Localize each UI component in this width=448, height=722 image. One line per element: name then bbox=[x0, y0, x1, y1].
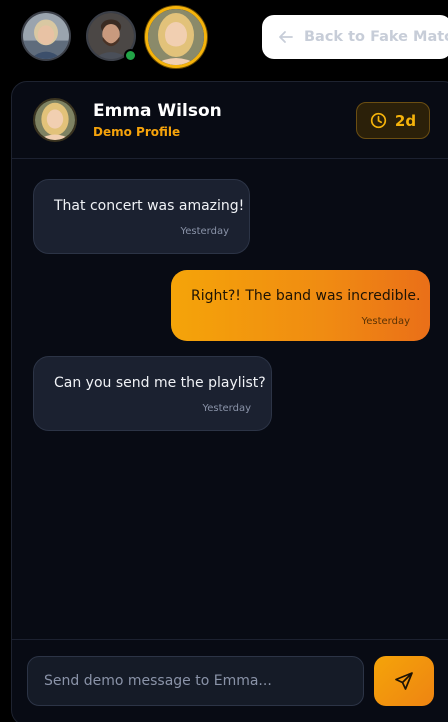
app-screen: Back to Fake Match Emma Wilson Demo Prof… bbox=[0, 0, 448, 722]
message-timestamp: Yesterday bbox=[361, 316, 410, 327]
portrait-blonde-woman-icon bbox=[148, 9, 204, 65]
back-to-fake-match-button[interactable]: Back to Fake Match bbox=[262, 15, 448, 59]
chat-header: Emma Wilson Demo Profile 2d bbox=[12, 82, 448, 159]
contact-name: Emma Wilson bbox=[93, 101, 222, 121]
timer-label: 2d bbox=[394, 111, 417, 130]
chat-panel: Emma Wilson Demo Profile 2d That concert… bbox=[11, 81, 448, 722]
message-input[interactable] bbox=[27, 656, 364, 706]
message-text: Right?! The band was incredible. bbox=[191, 288, 421, 304]
message-composer bbox=[12, 639, 448, 722]
contact-avatar[interactable] bbox=[33, 98, 77, 142]
profile-switcher: Back to Fake Match bbox=[0, 0, 448, 80]
back-button-label: Back to Fake Match bbox=[304, 29, 448, 45]
message-text: Can you send me the playlist? bbox=[54, 375, 266, 391]
send-button[interactable] bbox=[374, 656, 434, 706]
online-status-indicator bbox=[124, 49, 137, 62]
message-bubble-outgoing: Right?! The band was incredible. Yesterd… bbox=[171, 270, 430, 341]
clock-icon bbox=[370, 112, 387, 129]
message-timestamp: Yesterday bbox=[180, 226, 229, 237]
message-text: That concert was amazing! bbox=[54, 198, 245, 214]
message-timestamp: Yesterday bbox=[202, 403, 251, 414]
send-icon bbox=[395, 672, 413, 690]
contact-subtitle: Demo Profile bbox=[93, 125, 181, 139]
profile-avatar-3-selected[interactable] bbox=[145, 6, 207, 68]
portrait-blonde-woman-icon bbox=[35, 100, 75, 140]
match-timer-badge[interactable]: 2d bbox=[356, 102, 430, 139]
message-bubble-incoming: That concert was amazing! Yesterday bbox=[33, 179, 250, 254]
profile-avatar-1[interactable] bbox=[21, 11, 71, 61]
arrow-left-icon bbox=[279, 31, 293, 43]
portrait-older-woman-icon bbox=[23, 13, 69, 59]
message-bubble-incoming: Can you send me the playlist? Yesterday bbox=[33, 356, 272, 431]
